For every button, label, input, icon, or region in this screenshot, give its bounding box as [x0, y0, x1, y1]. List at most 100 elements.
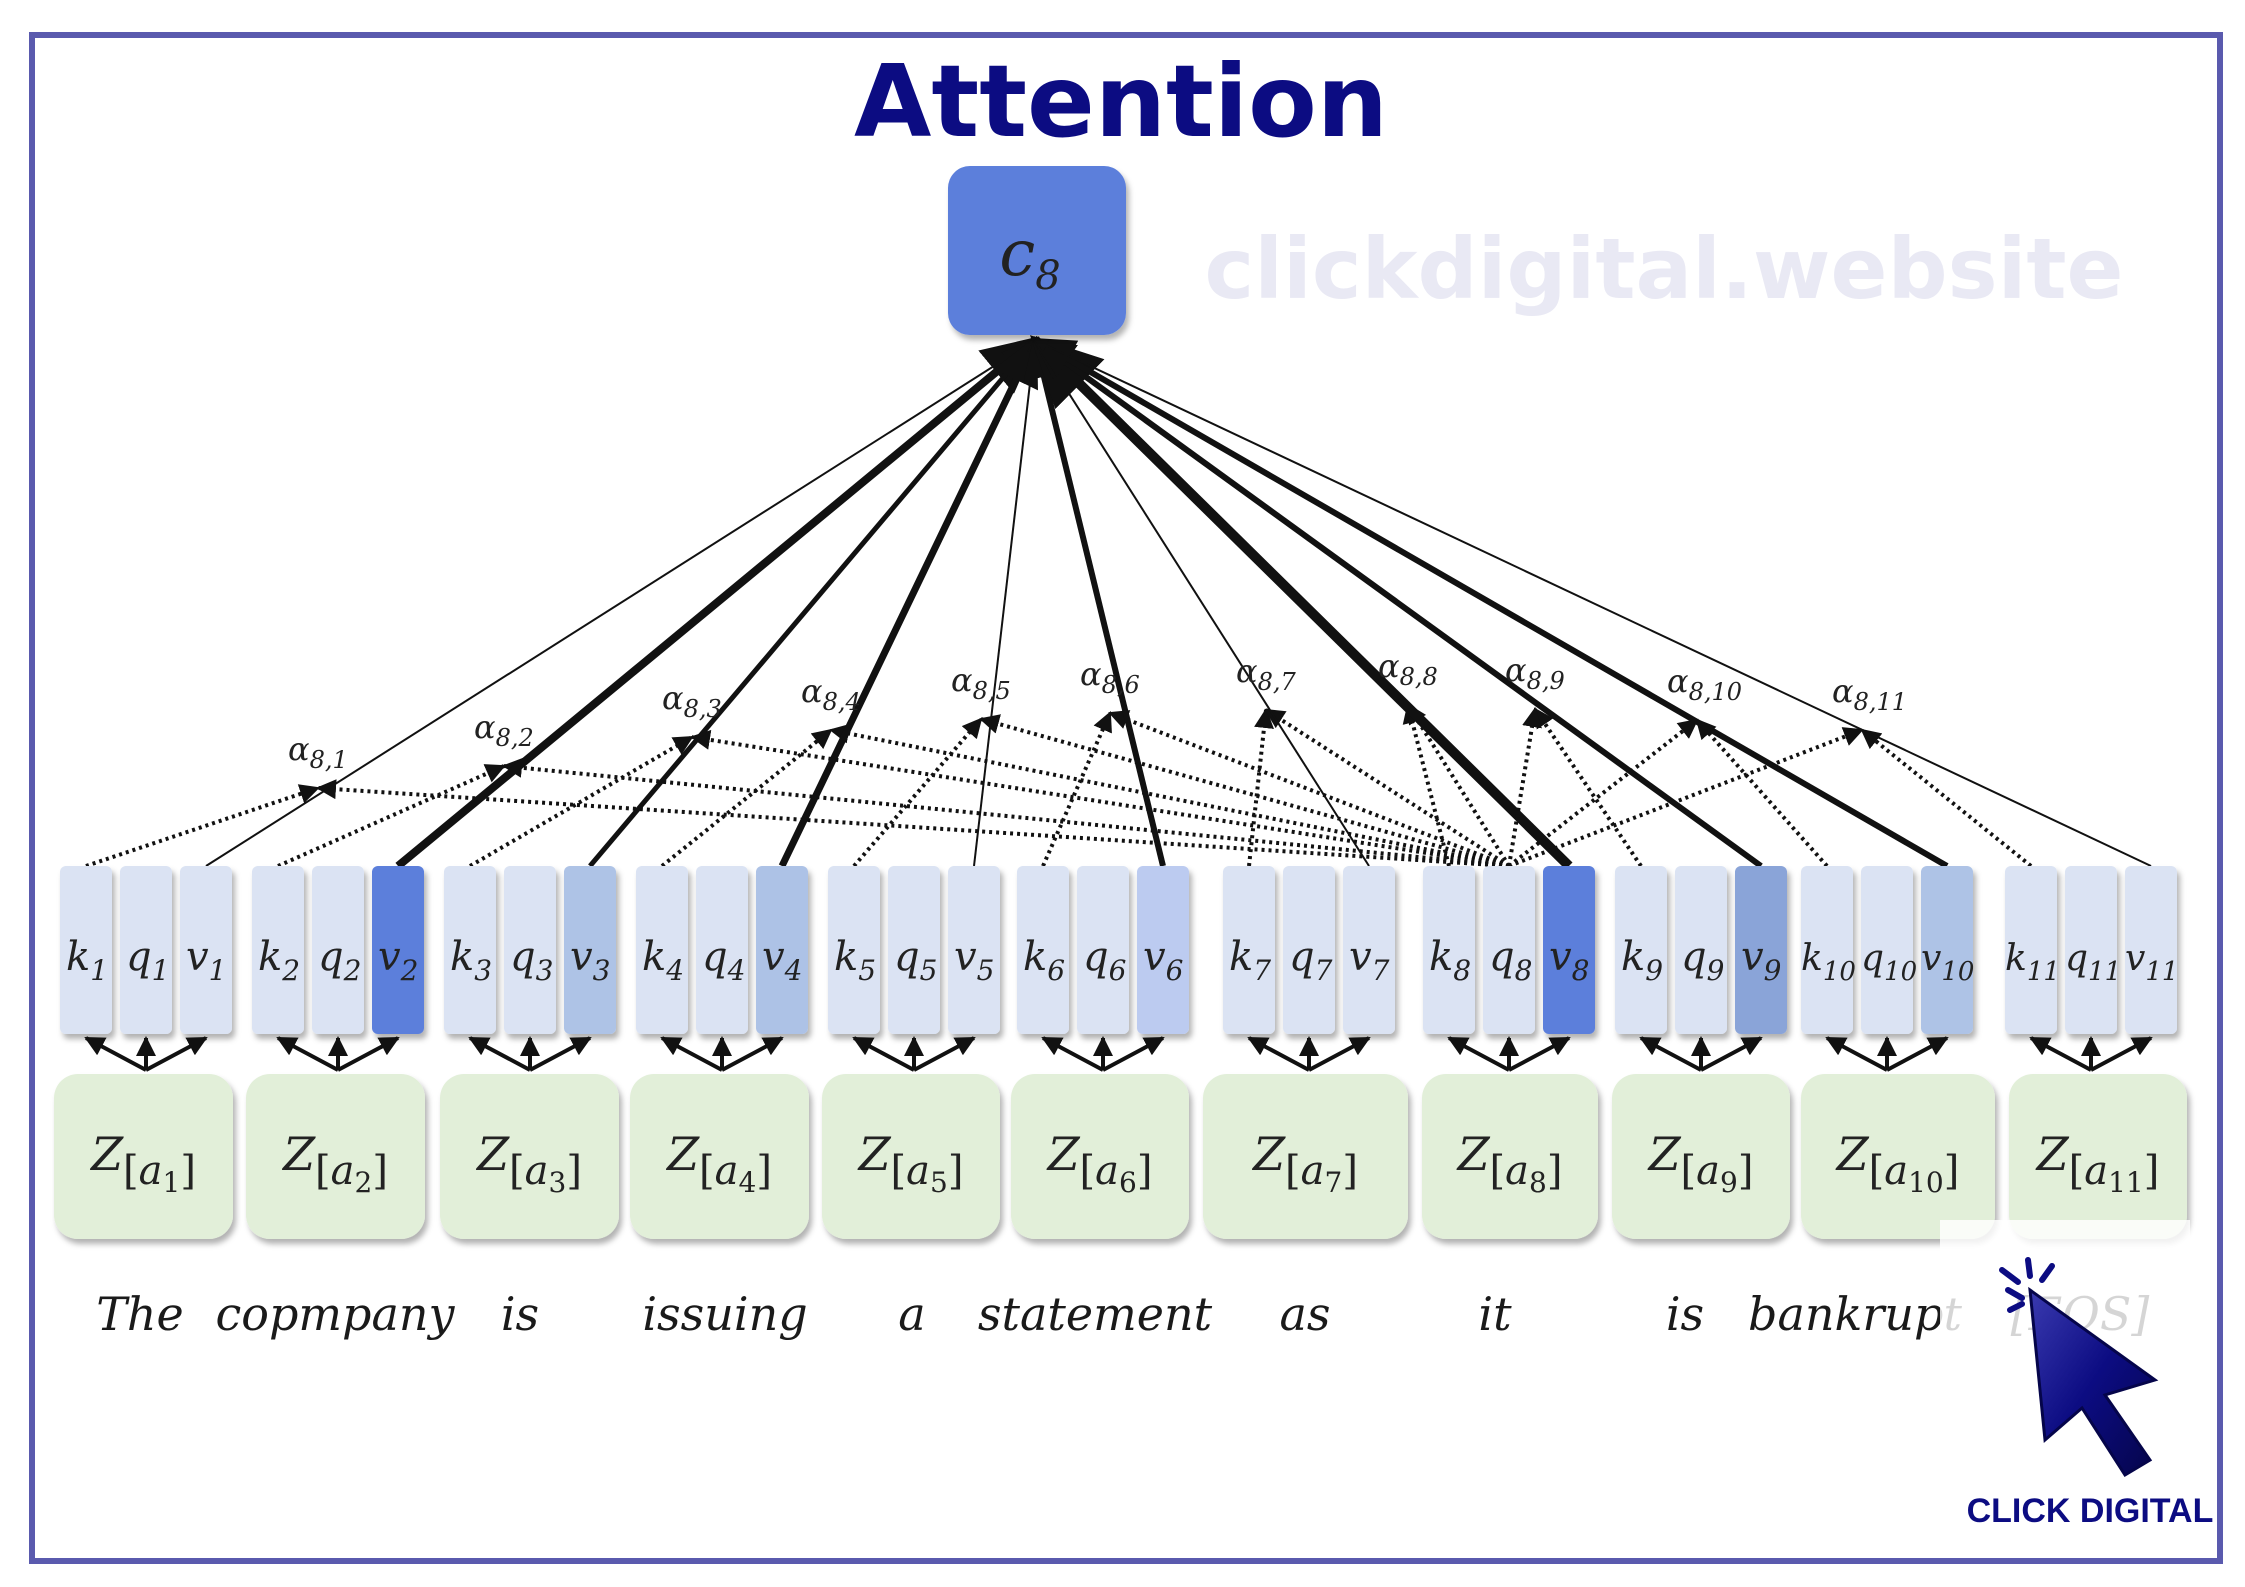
- query-vector-11: q11: [2065, 866, 2121, 1034]
- input-word: copmpany: [215, 1287, 455, 1341]
- projection-arrow: [468, 1036, 531, 1072]
- projection-arrow: [913, 1036, 976, 1072]
- embedding-box-7: Z[a7]: [1203, 1074, 1408, 1239]
- projection-arrow: [1508, 1036, 1571, 1072]
- embedding-box-3: Z[a3]: [440, 1074, 619, 1239]
- kqv-group-7: k7 q7 v7: [1223, 866, 1395, 1072]
- embedding-box-10: Z[a10]: [1801, 1074, 1995, 1239]
- alpha-weight-label: α8,4: [801, 672, 861, 716]
- projection-arrow: [1041, 1036, 1104, 1072]
- projection-arrow: [276, 1036, 339, 1072]
- kqv-group-4: k4 q4 v4: [636, 866, 808, 1072]
- query-vector-5: q5: [888, 866, 940, 1034]
- kqv-group-2: k2 q2 v2: [252, 866, 424, 1072]
- key-to-alpha-dotted-line: [468, 735, 694, 868]
- query-to-alpha-dotted-line: [1507, 718, 1699, 868]
- alpha-weight-label: α8,11: [1832, 672, 1907, 716]
- query-vector-7: q7: [1283, 866, 1335, 1034]
- query-vector-6: q6: [1077, 866, 1129, 1034]
- projection-arrow: [1247, 1036, 1310, 1072]
- query-vector-8: q8: [1483, 866, 1535, 1034]
- projection-arrow: [1825, 1036, 1888, 1072]
- input-word: it: [1478, 1287, 1512, 1341]
- projection-arrow: [84, 1036, 147, 1072]
- input-word: bankrupt: [1748, 1287, 1962, 1341]
- query-vector-10: q10: [1861, 866, 1917, 1034]
- value-to-context-line: [588, 337, 1038, 868]
- key-vector-5: k5: [828, 866, 880, 1034]
- query-to-alpha-dotted-line: [1264, 708, 1511, 868]
- embedding-box-8: Z[a8]: [1422, 1074, 1598, 1239]
- key-vector-3: k3: [444, 866, 496, 1034]
- value-vector-9: v9: [1735, 866, 1787, 1034]
- value-to-context-line: [973, 338, 1041, 867]
- value-vector-2: v2: [372, 866, 424, 1034]
- alpha-weight-label: α8,7: [1236, 652, 1297, 696]
- kqv-group-10: k10 q10 v10: [1801, 866, 1974, 1072]
- query-to-alpha-dotted-line: [502, 757, 1510, 868]
- alpha-weight-label: α8,9: [1505, 651, 1565, 695]
- query-to-alpha-dotted-line: [316, 779, 1510, 868]
- c-index: 8: [1035, 253, 1060, 299]
- value-vector-10: v10: [1921, 866, 1974, 1034]
- kqv-group-11: k11 q11 v11: [2005, 866, 2178, 1072]
- kqv-group-5: k5 q5 v5: [828, 866, 1000, 1072]
- value-to-context-line: [395, 336, 1040, 870]
- query-vector-9: q9: [1675, 866, 1727, 1034]
- projection-arrow: [2029, 1036, 2092, 1072]
- input-word: as: [1279, 1287, 1330, 1341]
- alpha-weight-label: α8,6: [1080, 655, 1140, 699]
- key-vector-4: k4: [636, 866, 688, 1034]
- projection-arrow: [1102, 1036, 1165, 1072]
- key-to-alpha-dotted-line: [1695, 718, 1829, 868]
- attention-diagram: Attention clickdigital.website c8α8,1k1 q…: [54, 43, 2214, 1530]
- embedding-box-6: Z[a6]: [1011, 1074, 1189, 1239]
- input-word: a: [898, 1287, 925, 1341]
- projection-arrow: [1639, 1036, 1702, 1072]
- key-vector-11: k11: [2005, 866, 2060, 1034]
- key-vector-1: k1: [60, 866, 112, 1034]
- alpha-weight-label: α8,3: [662, 679, 722, 723]
- projection-arrow: [1447, 1036, 1510, 1072]
- logo-text: CLICK DIGITAL: [1967, 1492, 2214, 1530]
- key-to-alpha-dotted-line: [1041, 711, 1112, 867]
- projection-arrow: [145, 1036, 208, 1072]
- kqv-group-8: k8 q8 v8: [1423, 866, 1595, 1072]
- kqv-group-6: k6 q6 v6: [1017, 866, 1189, 1072]
- value-vector-7: v7: [1343, 866, 1395, 1034]
- projection-arrow: [337, 1036, 400, 1072]
- query-vector-1: q1: [120, 866, 172, 1034]
- key-to-alpha-dotted-line: [277, 764, 506, 868]
- key-vector-8: k8: [1423, 866, 1475, 1034]
- value-vector-6: v6: [1137, 866, 1189, 1034]
- c-symbol: c: [999, 217, 1035, 291]
- query-to-alpha-dotted-line: [829, 723, 1510, 868]
- input-word: The: [96, 1287, 184, 1341]
- alpha-weight-label: α8,1: [288, 730, 348, 774]
- key-vector-9: k9: [1615, 866, 1667, 1034]
- value-vector-5: v5: [948, 866, 1000, 1034]
- alpha-weight-label: α8,8: [1378, 647, 1438, 691]
- embedding-box-9: Z[a9]: [1612, 1074, 1790, 1239]
- projection-arrow: [660, 1036, 723, 1072]
- query-vector-3: q3: [504, 866, 556, 1034]
- context-vector-c8: c8: [948, 166, 1126, 335]
- key-to-alpha-dotted-line: [85, 784, 320, 868]
- query-to-alpha-dotted-line: [1507, 707, 1542, 867]
- projection-arrow: [852, 1036, 915, 1072]
- projection-arrow: [1886, 1036, 1949, 1072]
- value-to-context-line: [778, 335, 1039, 868]
- kqv-group-1: k1 q1 v1: [60, 866, 232, 1072]
- value-vector-8: v8: [1543, 866, 1595, 1034]
- projection-arrow: [2090, 1036, 2153, 1072]
- embedding-box-5: Z[a5]: [822, 1074, 1000, 1239]
- key-vector-7: k7: [1223, 866, 1275, 1034]
- kqv-group-9: k9 q9 v9: [1615, 866, 1787, 1072]
- key-vector-2: k2: [252, 866, 304, 1034]
- value-vector-1: v1: [180, 866, 232, 1034]
- projection-arrow: [1308, 1036, 1371, 1072]
- alpha-weight-label: α8,5: [951, 661, 1011, 705]
- kqv-group-3: k3 q3 v3: [444, 866, 616, 1072]
- key-vector-10: k10: [1801, 866, 1856, 1034]
- watermark: clickdigital.website: [1204, 220, 2123, 318]
